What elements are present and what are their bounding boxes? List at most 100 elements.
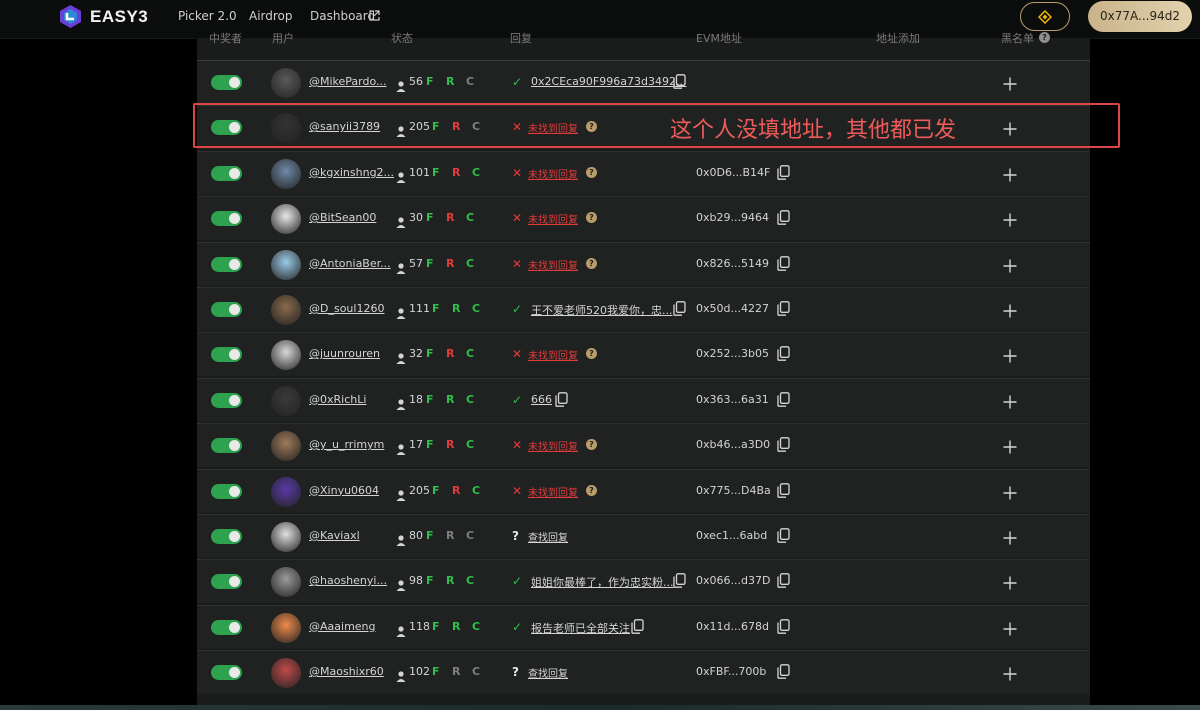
reply-text-link[interactable]: 666 — [531, 393, 552, 406]
help-icon[interactable]: ? — [586, 212, 597, 224]
user-handle-link[interactable]: @Maoshixr60 — [309, 665, 384, 678]
avatar[interactable] — [271, 68, 301, 98]
avatar[interactable] — [271, 204, 301, 235]
user-handle-link[interactable]: @juunrouren — [309, 347, 380, 360]
user-handle-link[interactable]: @MikePardo... — [309, 75, 387, 88]
nav-link-dashboard[interactable]: Dashboard — [310, 9, 375, 23]
avatar[interactable] — [271, 476, 301, 507]
add-blacklist-icon[interactable] — [1003, 348, 1017, 363]
reply-text-link[interactable]: 王不爱老师520我爱你，忠... — [531, 302, 673, 318]
user-icon — [396, 440, 406, 456]
reply-text-link[interactable]: 未找到回复 — [528, 211, 578, 226]
winner-toggle[interactable] — [211, 483, 242, 499]
copy-address-icon[interactable] — [777, 528, 790, 543]
help-icon[interactable]: ? — [586, 166, 597, 178]
copy-address-icon[interactable] — [777, 255, 790, 271]
copy-address-icon[interactable] — [777, 391, 790, 407]
winner-toggle[interactable] — [211, 256, 242, 272]
user-handle-link[interactable]: @Aaaimeng — [309, 620, 376, 633]
user-handle-link[interactable]: @0xRichLi — [309, 393, 366, 406]
copy-reply-icon[interactable] — [631, 618, 644, 634]
copy-address-icon[interactable] — [777, 301, 790, 316]
add-blacklist-icon[interactable] — [1003, 394, 1017, 409]
brand-name[interactable]: EASY3 — [90, 7, 148, 27]
winner-toggle[interactable] — [211, 438, 242, 454]
avatar[interactable] — [271, 249, 301, 280]
user-handle-link[interactable]: @D_soul1260 — [309, 302, 384, 315]
external-link-icon[interactable] — [369, 10, 380, 21]
add-blacklist-icon[interactable] — [1003, 575, 1017, 590]
nav-link-picker[interactable]: Picker 2.0 — [178, 9, 237, 23]
add-blacklist-icon[interactable] — [1003, 167, 1017, 182]
avatar[interactable] — [271, 340, 301, 371]
winner-toggle[interactable] — [211, 665, 242, 681]
reply-text-link[interactable]: 0x2CEca90F996a73d3492... — [531, 75, 686, 88]
reply-text-link[interactable]: 未找到回复 — [528, 257, 578, 272]
help-icon[interactable]: ? — [586, 257, 597, 269]
avatar[interactable] — [271, 522, 301, 552]
user-handle-link[interactable]: @haoshenyi... — [309, 574, 387, 587]
avatar[interactable] — [271, 295, 301, 325]
avatar[interactable] — [271, 612, 301, 643]
copy-reply-icon[interactable] — [673, 74, 686, 89]
easy3-logo-icon[interactable] — [58, 4, 83, 29]
avatar[interactable] — [271, 158, 301, 189]
add-blacklist-icon[interactable] — [1003, 303, 1017, 318]
avatar[interactable] — [271, 567, 301, 598]
copy-address-icon[interactable] — [777, 482, 790, 498]
wallet-address-button[interactable]: 0x77A...94d2 — [1088, 1, 1192, 32]
copy-address-icon[interactable] — [777, 437, 790, 453]
help-icon[interactable]: ? — [586, 348, 597, 360]
add-blacklist-icon[interactable] — [1003, 621, 1017, 636]
user-handle-link[interactable]: @kgxinshng2... — [309, 166, 394, 179]
help-icon[interactable]: ? — [586, 439, 597, 451]
reply-text-link[interactable]: 姐姐你最棒了，作为忠实粉... — [531, 574, 674, 590]
avatar[interactable] — [271, 658, 301, 689]
avatar[interactable] — [271, 431, 301, 462]
add-blacklist-icon[interactable] — [1003, 666, 1017, 681]
status-r-badge: R — [452, 619, 461, 633]
copy-address-icon[interactable] — [777, 346, 790, 362]
add-blacklist-icon[interactable] — [1003, 439, 1017, 454]
user-handle-link[interactable]: @Xinyu0604 — [309, 484, 379, 497]
copy-reply-icon[interactable] — [555, 391, 568, 407]
reply-text-link[interactable]: 未找到回复 — [528, 166, 578, 181]
winner-toggle[interactable] — [211, 211, 242, 227]
copy-reply-icon[interactable] — [673, 573, 686, 589]
copy-address-icon[interactable] — [777, 664, 790, 680]
status-c-badge: C — [466, 256, 475, 270]
reply-text-link[interactable]: 报告老师已全部关注 — [531, 620, 630, 636]
copy-address-icon[interactable] — [777, 164, 790, 180]
blacklist-help-icon[interactable]: ? — [1039, 32, 1050, 43]
user-handle-link[interactable]: @y_u_rrimym — [309, 438, 384, 451]
add-blacklist-icon[interactable] — [1003, 258, 1017, 273]
find-reply-link[interactable]: 查找回复 — [528, 665, 568, 680]
find-reply-link[interactable]: 查找回复 — [528, 529, 568, 544]
add-blacklist-icon[interactable] — [1003, 530, 1017, 545]
reply-text-link[interactable]: 未找到回复 — [528, 347, 578, 362]
winner-toggle[interactable] — [211, 347, 242, 363]
user-handle-link[interactable]: @BitSean00 — [309, 211, 376, 224]
reply-text-link[interactable]: 未找到回复 — [528, 438, 578, 453]
add-blacklist-icon[interactable] — [1003, 485, 1017, 500]
nav-link-airdrop[interactable]: Airdrop — [249, 9, 293, 23]
winner-toggle[interactable] — [211, 392, 242, 408]
copy-address-icon[interactable] — [777, 573, 790, 589]
add-blacklist-icon[interactable] — [1003, 212, 1017, 227]
user-handle-link[interactable]: @AntoniaBer... — [309, 257, 391, 270]
user-handle-link[interactable]: @Kaviaxl — [309, 529, 360, 542]
network-button[interactable] — [1020, 2, 1070, 31]
winner-toggle[interactable] — [211, 302, 242, 317]
winner-toggle[interactable] — [211, 165, 242, 181]
add-blacklist-icon[interactable] — [1003, 76, 1017, 91]
help-icon[interactable]: ? — [586, 484, 597, 496]
copy-reply-icon[interactable] — [673, 301, 686, 316]
winner-toggle[interactable] — [211, 574, 242, 590]
winner-toggle[interactable] — [211, 619, 242, 635]
reply-text-link[interactable]: 未找到回复 — [528, 484, 578, 499]
winner-toggle[interactable] — [211, 529, 242, 544]
copy-address-icon[interactable] — [777, 210, 790, 226]
avatar[interactable] — [271, 385, 301, 416]
winner-toggle[interactable] — [211, 75, 242, 90]
copy-address-icon[interactable] — [777, 618, 790, 634]
